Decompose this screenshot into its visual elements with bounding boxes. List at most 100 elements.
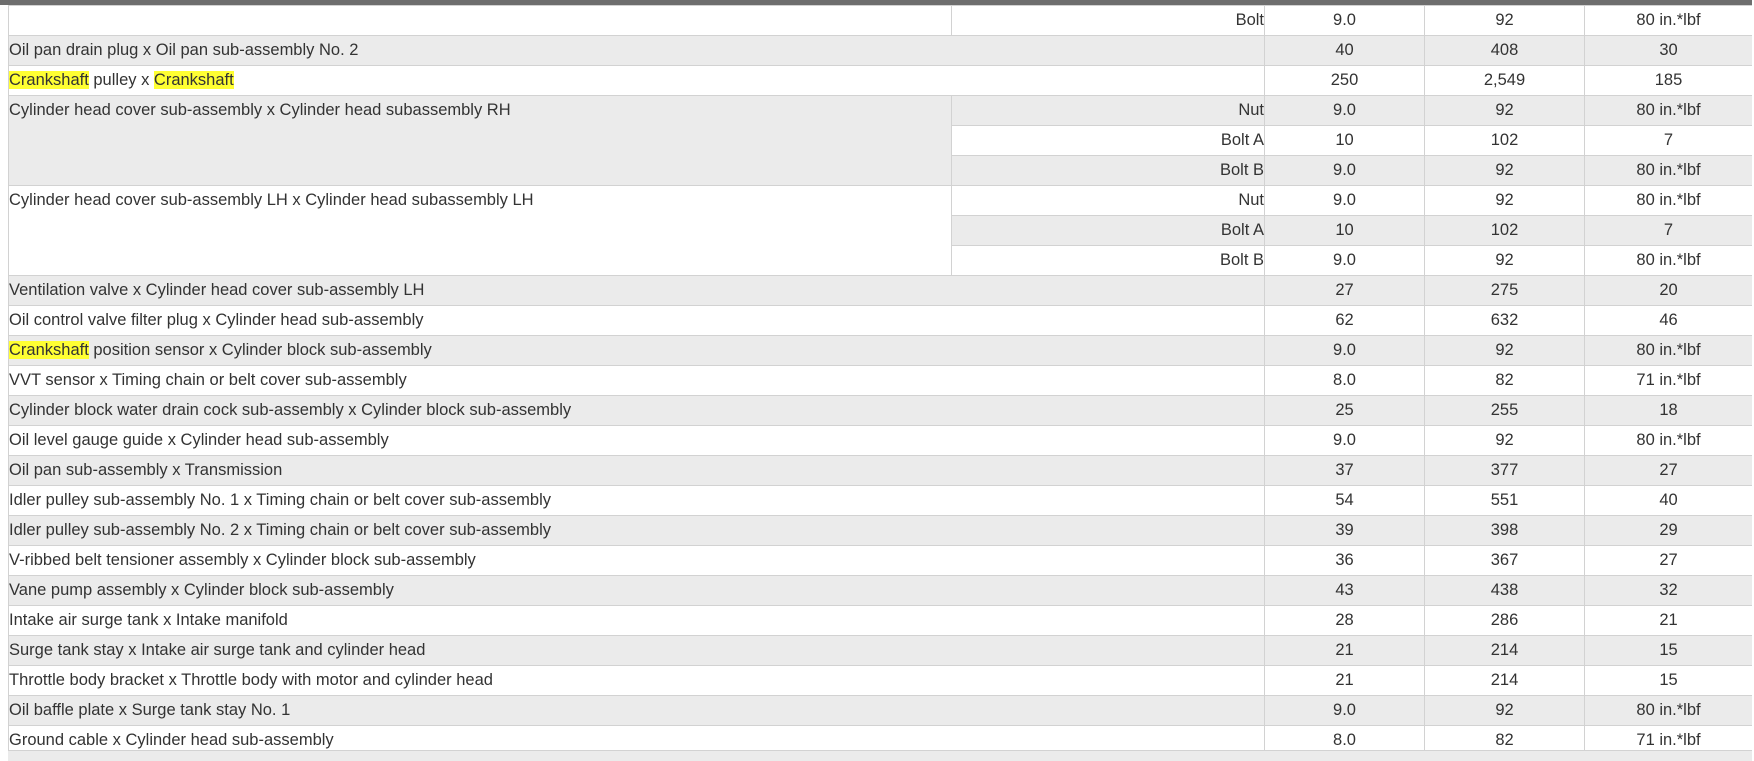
part-cell: Cylinder head cover sub-assembly x Cylin… <box>8 95 952 186</box>
part-cell: Oil control valve filter plug x Cylinder… <box>8 305 1265 336</box>
part-text: position sensor x Cylinder block sub-ass… <box>88 341 432 359</box>
torque-nm-cell: 27 <box>1264 275 1425 306</box>
torque-kgfcm-cell: 214 <box>1424 665 1585 696</box>
torque-nm-cell: 9.0 <box>1264 245 1425 276</box>
fastener-cell: Bolt B <box>951 155 1265 186</box>
torque-ftlbf-cell: 40 <box>1584 485 1753 516</box>
torque-ftlbf-cell: 27 <box>1584 455 1753 486</box>
torque-nm-cell: 10 <box>1264 215 1425 246</box>
part-cell: Crankshaft pulley x Crankshaft <box>8 65 1265 96</box>
torque-kgfcm-cell: 377 <box>1424 455 1585 486</box>
table-row: Surge tank stay x Intake air surge tank … <box>8 635 1753 666</box>
torque-ftlbf-cell: 80 in.*lbf <box>1584 335 1753 366</box>
table-row: V-ribbed belt tensioner assembly x Cylin… <box>8 545 1753 576</box>
torque-ftlbf-cell: 80 in.*lbf <box>1584 185 1753 216</box>
torque-nm-cell: 250 <box>1264 65 1425 96</box>
torque-kgfcm-cell: 92 <box>1424 335 1585 366</box>
torque-kgfcm-cell: 102 <box>1424 125 1585 156</box>
torque-kgfcm-cell: 92 <box>1424 425 1585 456</box>
torque-kgfcm-cell: 632 <box>1424 305 1585 336</box>
torque-ftlbf-cell: 7 <box>1584 215 1753 246</box>
table-row: Cylinder head cover sub-assembly x Cylin… <box>8 95 1753 186</box>
part-cell: Oil pan sub-assembly x Transmission <box>8 455 1265 486</box>
table-row: VVT sensor x Timing chain or belt cover … <box>8 365 1753 396</box>
torque-nm-cell: 40 <box>1264 35 1425 66</box>
part-cell: Throttle body bracket x Throttle body wi… <box>8 665 1265 696</box>
torque-nm-cell: 39 <box>1264 515 1425 546</box>
table-row: Ventilation valve x Cylinder head cover … <box>8 275 1753 306</box>
torque-ftlbf-cell: 71 in.*lbf <box>1584 365 1753 396</box>
table-row: Cylinder block water drain cock sub-asse… <box>8 395 1753 426</box>
torque-ftlbf-cell: 30 <box>1584 35 1753 66</box>
torque-ftlbf-cell: 18 <box>1584 395 1753 426</box>
next-row-partial <box>8 750 1752 761</box>
fastener-cell: Bolt B <box>951 245 1265 276</box>
part-text: pulley x <box>88 71 154 89</box>
table-row: Oil baffle plate x Surge tank stay No. 1… <box>8 695 1753 726</box>
torque-kgfcm-cell: 92 <box>1424 245 1585 276</box>
torque-ftlbf-cell: 80 in.*lbf <box>1584 5 1753 36</box>
table-row: Vane pump assembly x Cylinder block sub-… <box>8 575 1753 606</box>
torque-ftlbf-cell: 27 <box>1584 545 1753 576</box>
torque-ftlbf-cell: 80 in.*lbf <box>1584 425 1753 456</box>
fastener-cell: Bolt <box>951 5 1265 36</box>
torque-nm-cell: 9.0 <box>1264 335 1425 366</box>
part-cell: Crankshaft position sensor x Cylinder bl… <box>8 335 1265 366</box>
part-cell: Idler pulley sub-assembly No. 1 x Timing… <box>8 485 1265 516</box>
table-row: Intake air surge tank x Intake manifold … <box>8 605 1753 636</box>
torque-kgfcm-cell: 92 <box>1424 155 1585 186</box>
torque-kgfcm-cell: 286 <box>1424 605 1585 636</box>
torque-ftlbf-cell: 29 <box>1584 515 1753 546</box>
torque-ftlbf-cell: 46 <box>1584 305 1753 336</box>
torque-nm-cell: 9.0 <box>1264 695 1425 726</box>
table-row: Oil control valve filter plug x Cylinder… <box>8 305 1753 336</box>
torque-nm-cell: 9.0 <box>1264 5 1425 36</box>
part-cell: Cylinder head cover sub-assembly LH x Cy… <box>8 185 952 276</box>
torque-ftlbf-cell: 32 <box>1584 575 1753 606</box>
part-cell: V-ribbed belt tensioner assembly x Cylin… <box>8 545 1265 576</box>
torque-nm-cell: 25 <box>1264 395 1425 426</box>
torque-nm-cell: 9.0 <box>1264 185 1425 216</box>
torque-kgfcm-cell: 551 <box>1424 485 1585 516</box>
torque-kgfcm-cell: 367 <box>1424 545 1585 576</box>
torque-nm-cell: 43 <box>1264 575 1425 606</box>
torque-nm-cell: 21 <box>1264 635 1425 666</box>
torque-kgfcm-cell: 398 <box>1424 515 1585 546</box>
torque-ftlbf-cell: 21 <box>1584 605 1753 636</box>
torque-nm-cell: 62 <box>1264 305 1425 336</box>
search-highlight: Crankshaft <box>9 71 89 89</box>
table-row: Crankshaft position sensor x Cylinder bl… <box>8 335 1753 366</box>
part-cell: Cylinder block water drain cock sub-asse… <box>8 395 1265 426</box>
torque-nm-cell: 9.0 <box>1264 155 1425 186</box>
torque-ftlbf-cell: 15 <box>1584 665 1753 696</box>
torque-kgfcm-cell: 2,549 <box>1424 65 1585 96</box>
part-cell <box>8 5 952 36</box>
part-cell: Oil level gauge guide x Cylinder head su… <box>8 425 1265 456</box>
torque-kgfcm-cell: 214 <box>1424 635 1585 666</box>
torque-kgfcm-cell: 438 <box>1424 575 1585 606</box>
part-cell: Ventilation valve x Cylinder head cover … <box>8 275 1265 306</box>
torque-nm-cell: 21 <box>1264 665 1425 696</box>
table-row: Oil level gauge guide x Cylinder head su… <box>8 425 1753 456</box>
torque-nm-cell: 8.0 <box>1264 365 1425 396</box>
torque-nm-cell: 54 <box>1264 485 1425 516</box>
table-row: Oil pan sub-assembly x Transmission 37 3… <box>8 455 1753 486</box>
torque-kgfcm-cell: 92 <box>1424 695 1585 726</box>
torque-ftlbf-cell: 80 in.*lbf <box>1584 695 1753 726</box>
torque-kgfcm-cell: 102 <box>1424 215 1585 246</box>
table-row: Oil pan drain plug x Oil pan sub-assembl… <box>8 35 1753 66</box>
table-row: Cylinder head cover sub-assembly LH x Cy… <box>8 185 1753 276</box>
torque-ftlbf-cell: 20 <box>1584 275 1753 306</box>
search-highlight: Crankshaft <box>9 341 89 359</box>
fastener-cell: Nut <box>951 185 1265 216</box>
torque-nm-cell: 28 <box>1264 605 1425 636</box>
table-row: Bolt 9.0 92 80 in.*lbf <box>8 5 1753 36</box>
torque-nm-cell: 37 <box>1264 455 1425 486</box>
torque-kgfcm-cell: 92 <box>1424 5 1585 36</box>
torque-nm-cell: 10 <box>1264 125 1425 156</box>
part-cell: Oil baffle plate x Surge tank stay No. 1 <box>8 695 1265 726</box>
torque-specification-table: Bolt 9.0 92 80 in.*lbf Oil pan drain plu… <box>8 5 1753 756</box>
torque-ftlbf-cell: 185 <box>1584 65 1753 96</box>
torque-kgfcm-cell: 92 <box>1424 95 1585 126</box>
search-highlight: Crankshaft <box>153 71 234 89</box>
